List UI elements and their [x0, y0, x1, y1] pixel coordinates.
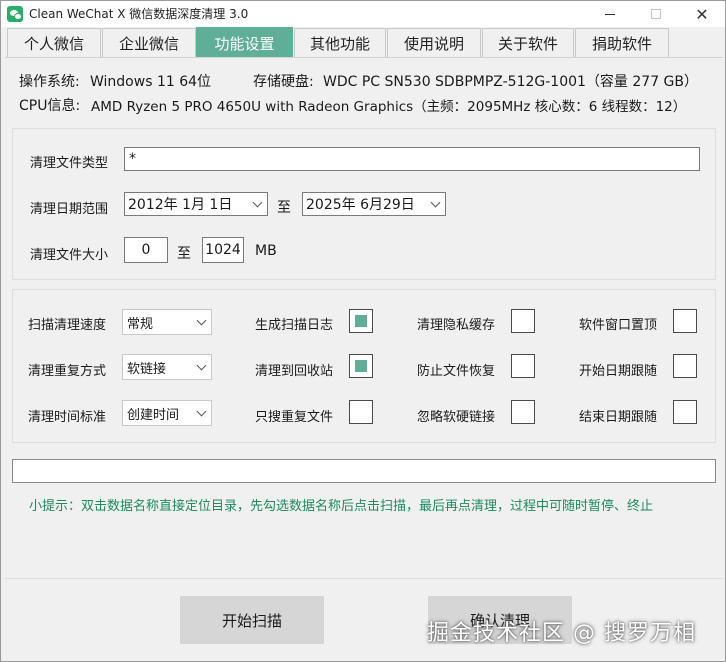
tab-instructions[interactable]: 使用说明 — [387, 28, 481, 58]
size-unit-label: MB — [255, 243, 277, 259]
checkbox-label-prevent-recovery: 防止文件恢复 — [417, 364, 496, 379]
tab-enterprise-wechat[interactable]: 企业微信 — [102, 28, 196, 58]
time-std-value: 创建时间 — [127, 407, 180, 423]
checkbox-label-dup-only: 只搜重复文件 — [255, 410, 334, 425]
checkbox-label-start-date-follow: 开始日期跟随 — [579, 364, 658, 379]
title-bar[interactable]: Clean WeChat X 微信数据深度清理 3.0 ✕ — [1, 1, 725, 27]
disk-label: 存储硬盘: — [253, 74, 314, 90]
date-start-value: 2012年 1月 1日 — [128, 197, 233, 213]
checkbox-label-recycle-bin: 清理到回收站 — [255, 364, 334, 379]
checkbox-window-on-top[interactable] — [673, 309, 697, 333]
scan-speed-select[interactable]: 常规 — [122, 309, 212, 335]
progress-bar — [12, 459, 716, 483]
checkbox-start-date-follow[interactable] — [673, 354, 697, 378]
tip-text: 小提示：双击数据名称直接定位目录，先勾选数据名称后点击扫描，最后再点清理，过程中… — [29, 499, 654, 514]
tab-about[interactable]: 关于软件 — [482, 28, 574, 58]
tab-donate[interactable]: 捐助软件 — [575, 28, 669, 58]
date-end-value: 2025年 6月29日 — [306, 197, 415, 213]
checkbox-ignore-links[interactable] — [511, 400, 535, 424]
checkbox-dup-only[interactable] — [349, 400, 373, 424]
cpu-value: AMD Ryzen 5 PRO 4650U with Radeon Graphi… — [91, 99, 687, 115]
checkbox-end-date-follow[interactable] — [673, 400, 697, 424]
wechat-icon — [7, 6, 23, 22]
minimize-button[interactable] — [587, 1, 633, 27]
date-end-picker[interactable]: 2025年 6月29日 — [302, 192, 446, 216]
filter-group: 清理文件类型 * 清理日期范围 2012年 1月 1日 至 2025年 6月29… — [12, 128, 716, 280]
scan-speed-value: 常规 — [127, 316, 154, 332]
settings-page: 操作系统: Windows 11 64位 存储硬盘: WDC PC SN530 … — [5, 57, 723, 660]
close-icon: ✕ — [695, 4, 709, 24]
maximize-button[interactable] — [633, 1, 679, 27]
maximize-icon — [651, 9, 661, 19]
size-to-label: 至 — [177, 246, 191, 262]
chevron-down-icon — [430, 197, 441, 208]
app-window: Clean WeChat X 微信数据深度清理 3.0 ✕ 个人微信 企业微信 … — [0, 0, 726, 662]
checkbox-label-privacy-cache: 清理隐私缓存 — [417, 318, 496, 333]
cpu-label: CPU信息: — [19, 98, 81, 114]
file-type-input[interactable]: * — [124, 147, 700, 171]
os-label: 操作系统: — [19, 74, 80, 90]
window-title: Clean WeChat X 微信数据深度清理 3.0 — [29, 7, 249, 21]
start-scan-button[interactable]: 开始扫描 — [180, 596, 324, 644]
tab-settings[interactable]: 功能设置 — [196, 27, 293, 58]
checkbox-label-window-on-top: 软件窗口置顶 — [579, 318, 658, 333]
checkbox-scan-log[interactable] — [349, 309, 373, 333]
dup-mode-select[interactable]: 软链接 — [122, 354, 212, 380]
checkbox-privacy-cache[interactable] — [511, 309, 535, 333]
os-value: Windows 11 64位 — [90, 74, 212, 90]
file-type-label: 清理文件类型 — [30, 156, 109, 171]
watermark-text: 掘金技术社区 @ 搜罗万相 — [427, 621, 696, 646]
tab-other-functions[interactable]: 其他功能 — [294, 28, 386, 58]
dup-mode-label: 清理重复方式 — [28, 364, 107, 379]
scan-speed-label: 扫描清理速度 — [28, 318, 107, 333]
checkbox-prevent-recovery[interactable] — [511, 354, 535, 378]
close-button[interactable]: ✕ — [679, 1, 725, 27]
size-min-input[interactable]: 0 — [124, 237, 168, 263]
checkbox-label-end-date-follow: 结束日期跟随 — [579, 410, 658, 425]
minimize-icon — [605, 13, 615, 15]
date-to-label: 至 — [277, 200, 291, 216]
chevron-down-icon — [196, 315, 207, 326]
time-std-label: 清理时间标准 — [28, 410, 107, 425]
checkbox-recycle-bin[interactable] — [349, 354, 373, 378]
tab-personal-wechat[interactable]: 个人微信 — [7, 28, 101, 58]
chevron-down-icon — [196, 406, 207, 417]
time-std-select[interactable]: 创建时间 — [122, 400, 212, 426]
date-range-label: 清理日期范围 — [30, 202, 109, 217]
dup-mode-value: 软链接 — [127, 361, 167, 377]
date-start-picker[interactable]: 2012年 1月 1日 — [124, 192, 268, 216]
options-group: 扫描清理速度 常规 生成扫描日志 清理隐私缓存 软件窗口置顶 清理重复方式 软链… — [12, 289, 716, 443]
chevron-down-icon — [196, 360, 207, 371]
disk-value: WDC PC SN530 SDBPMPZ-512G-1001（容量 277 GB… — [323, 74, 699, 90]
chevron-down-icon — [252, 197, 263, 208]
file-size-label: 清理文件大小 — [30, 248, 109, 263]
size-max-input[interactable]: 1024 — [202, 237, 244, 263]
checkbox-label-scan-log: 生成扫描日志 — [255, 318, 334, 333]
checkbox-label-ignore-links: 忽略软硬链接 — [417, 410, 496, 425]
